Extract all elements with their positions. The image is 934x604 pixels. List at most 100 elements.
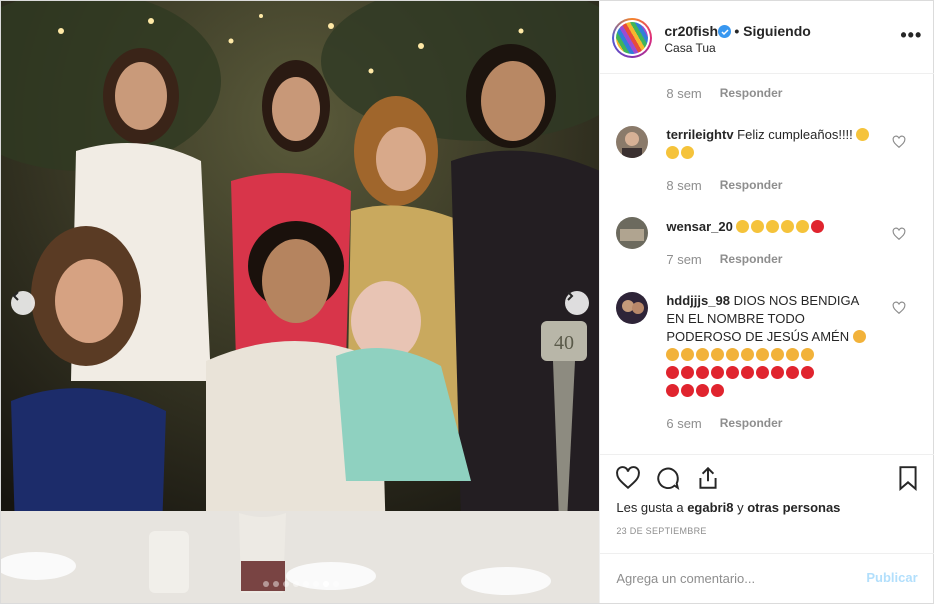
- post-header: cr20fish • Siguiendo Casa Tua •••: [600, 1, 934, 74]
- author-avatar[interactable]: [612, 18, 653, 58]
- red-heart-emoji-icon: [696, 384, 710, 397]
- pray-emoji-row: [666, 347, 816, 362]
- post-actions: Les gusta a egabri8 y otras personas 23 …: [600, 454, 934, 554]
- comment-time: 8 sem: [666, 86, 702, 101]
- comment-time: 7 sem: [666, 252, 702, 267]
- kiss-emoji-icon: [856, 128, 870, 141]
- comment-meta: 8 sem Responder: [666, 86, 782, 101]
- share-icon[interactable]: [695, 465, 721, 491]
- red-heart-emoji-icon: [696, 366, 710, 379]
- heart-eyes-emoji-icon: [766, 220, 780, 233]
- post-side-panel: cr20fish • Siguiendo Casa Tua ••• 8 sem …: [599, 1, 934, 603]
- pray-emoji-icon: [786, 348, 800, 361]
- chevron-left-icon: [12, 291, 19, 301]
- comment-username[interactable]: terrileightv: [666, 127, 733, 142]
- comment-username[interactable]: wensar_20: [666, 219, 733, 234]
- likes-prefix: Les gusta a: [616, 500, 684, 515]
- author-username[interactable]: cr20fish: [664, 23, 718, 39]
- commenter-avatar[interactable]: [616, 126, 649, 158]
- red-heart-emoji-icon: [811, 220, 825, 233]
- carousel-dot: [283, 581, 289, 587]
- kiss-emoji-icon: [681, 146, 695, 159]
- pray-emoji-icon: [852, 330, 866, 343]
- pray-emoji-icon: [801, 348, 815, 361]
- carousel-dot: [263, 581, 269, 587]
- pray-emoji-icon: [681, 348, 695, 361]
- like-comment-heart-icon[interactable]: [892, 135, 906, 149]
- chevron-right-icon: [567, 291, 574, 301]
- verified-badge-icon: [718, 25, 732, 38]
- following-status-button[interactable]: • Siguiendo: [734, 23, 810, 39]
- pray-emoji-icon: [771, 348, 785, 361]
- carousel-dot: [323, 581, 329, 587]
- comment-text: wensar_20: [666, 218, 876, 236]
- svg-text:40: 40: [554, 332, 574, 354]
- comment-text: terrileightv Feliz cumpleaños!!!!: [666, 126, 876, 162]
- carousel-dot: [333, 581, 339, 587]
- red-heart-emoji-icon: [711, 366, 725, 379]
- carousel-prev-button[interactable]: [11, 291, 35, 315]
- red-heart-emoji-icon: [711, 384, 725, 397]
- comment-time: 8 sem: [666, 178, 702, 193]
- comment-meta: 8 sem Responder: [666, 178, 782, 193]
- pray-emoji-icon: [756, 348, 770, 361]
- pray-emoji-icon: [711, 348, 725, 361]
- comment-meta: 6 sem Responder: [666, 416, 782, 431]
- red-heart-emoji-icon: [681, 366, 695, 379]
- comment-text: hddjjjs_98 DIOS NOS BENDIGA EN EL NOMBRE…: [666, 292, 876, 400]
- post-location-link[interactable]: Casa Tua: [664, 41, 715, 55]
- carousel-dots: [263, 581, 339, 587]
- red-heart-emoji-icon: [681, 384, 695, 397]
- carousel-dot: [293, 581, 299, 587]
- heart-emoji-row: [666, 383, 726, 398]
- reply-button[interactable]: Responder: [720, 86, 783, 101]
- liker-username[interactable]: egabri8: [687, 500, 733, 515]
- red-heart-emoji-icon: [771, 366, 785, 379]
- comment-bubble-icon[interactable]: [655, 465, 681, 491]
- like-comment-heart-icon[interactable]: [892, 227, 906, 241]
- reply-button[interactable]: Responder: [720, 416, 783, 431]
- carousel-dot: [303, 581, 309, 587]
- red-heart-emoji-icon: [666, 366, 680, 379]
- heart-eyes-emoji-icon: [796, 220, 810, 233]
- likes-summary: Les gusta a egabri8 y otras personas: [616, 500, 840, 515]
- carousel-next-button[interactable]: [565, 291, 589, 315]
- red-heart-emoji-icon: [801, 366, 815, 379]
- pray-emoji-icon: [741, 348, 755, 361]
- heart-eyes-emoji-icon: [781, 220, 795, 233]
- heart-eyes-emoji-icon: [751, 220, 765, 233]
- publish-button[interactable]: Publicar: [866, 570, 917, 585]
- instagram-post-modal: 40 cr20fish • Siguiendo Casa Tua ••• 8 s…: [0, 0, 934, 604]
- like-heart-icon[interactable]: [615, 465, 641, 491]
- avatar-image: [616, 22, 649, 54]
- reply-button[interactable]: Responder: [720, 178, 783, 193]
- carousel-dot: [313, 581, 319, 587]
- likes-joiner: y: [737, 500, 744, 515]
- heart-emoji-row: [666, 365, 816, 380]
- more-options-icon[interactable]: •••: [900, 26, 922, 44]
- other-likers-link[interactable]: otras personas: [747, 500, 840, 515]
- pray-emoji-icon: [666, 348, 680, 361]
- comment-meta: 7 sem Responder: [666, 252, 782, 267]
- red-heart-emoji-icon: [741, 366, 755, 379]
- kiss-emoji-icon: [666, 146, 680, 159]
- post-date: 23 de septiembre: [616, 526, 707, 536]
- comments-list: 8 sem Responder terrileightv Feliz cumpl…: [600, 74, 934, 454]
- add-comment-bar: Publicar: [600, 553, 934, 603]
- commenter-avatar[interactable]: [616, 217, 649, 249]
- comment-username[interactable]: hddjjjs_98: [666, 293, 730, 308]
- comment-input[interactable]: [616, 568, 847, 588]
- red-heart-emoji-icon: [666, 384, 680, 397]
- pray-emoji-icon: [726, 348, 740, 361]
- red-heart-emoji-icon: [726, 366, 740, 379]
- post-photo[interactable]: 40: [1, 1, 600, 603]
- pray-emoji-icon: [696, 348, 710, 361]
- red-heart-emoji-icon: [786, 366, 800, 379]
- red-heart-emoji-icon: [756, 366, 770, 379]
- comment-body: Feliz cumpleaños!!!!: [737, 127, 853, 142]
- heart-eyes-emoji-icon: [736, 220, 750, 233]
- reply-button[interactable]: Responder: [720, 252, 783, 267]
- commenter-avatar[interactable]: [616, 292, 649, 324]
- like-comment-heart-icon[interactable]: [892, 301, 906, 315]
- bookmark-icon[interactable]: [895, 465, 921, 491]
